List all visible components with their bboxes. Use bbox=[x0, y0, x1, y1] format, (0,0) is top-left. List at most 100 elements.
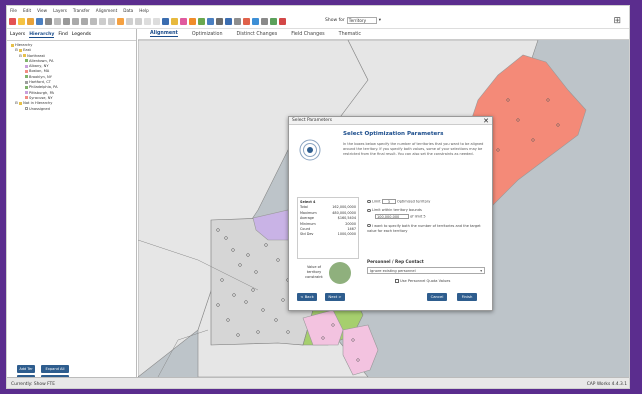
select-icon[interactable] bbox=[108, 18, 115, 25]
finish-button[interactable]: Finish bbox=[457, 293, 477, 301]
menu-data[interactable]: Data bbox=[123, 8, 133, 13]
layers-icon[interactable] bbox=[189, 18, 196, 25]
radio-both[interactable] bbox=[367, 223, 371, 228]
status-left: Currently: Show FTE bbox=[11, 381, 56, 387]
app-window: File Edit View Layers Transfer Alignment… bbox=[6, 5, 630, 389]
pointer-icon[interactable] bbox=[9, 18, 16, 25]
circle-icon[interactable] bbox=[144, 18, 151, 25]
tab-alignment[interactable]: Alignment bbox=[150, 31, 178, 37]
arrow-icon[interactable] bbox=[162, 18, 169, 25]
radio-option-both[interactable]: I want to specify both the number of ter… bbox=[367, 224, 489, 234]
status-right: CAP Works 4.4.3.1 bbox=[586, 381, 627, 387]
tag-icon[interactable] bbox=[243, 18, 250, 25]
territory-color-icon bbox=[25, 64, 28, 68]
territory-color-icon bbox=[25, 96, 28, 100]
left-panel: Layers Hierarchy Find Legends Hierarchy … bbox=[7, 29, 137, 383]
print-icon[interactable] bbox=[45, 18, 52, 25]
limit-options: Limit 3 Optimized territory Limit within… bbox=[367, 199, 489, 234]
menu-edit[interactable]: Edit bbox=[23, 8, 31, 13]
chart-icon[interactable] bbox=[225, 18, 232, 25]
close-icon[interactable]: ✕ bbox=[483, 117, 489, 125]
territory-color-icon bbox=[25, 107, 28, 111]
help-icon[interactable] bbox=[252, 18, 259, 25]
dialog-title-bar: Select Parameters ✕ bbox=[289, 117, 492, 125]
tab-optimization[interactable]: Optimization bbox=[192, 32, 223, 37]
menu-alignment[interactable]: Alignment bbox=[96, 8, 117, 13]
toolbar bbox=[7, 15, 629, 29]
tab-layers[interactable]: Layers bbox=[10, 32, 25, 38]
menu-view[interactable]: View bbox=[37, 8, 47, 13]
new-icon[interactable] bbox=[18, 18, 25, 25]
dialog-title: Select Parameters bbox=[292, 118, 333, 123]
territory-icon[interactable] bbox=[198, 18, 205, 25]
copy-icon[interactable] bbox=[54, 18, 61, 25]
tab-hierarchy[interactable]: Hierarchy bbox=[29, 32, 55, 38]
dialog-heading: Select Optimization Parameters bbox=[343, 131, 444, 137]
menu-file[interactable]: File bbox=[10, 8, 17, 13]
chevron-down-icon: ▾ bbox=[480, 269, 482, 273]
flag-icon[interactable] bbox=[126, 18, 133, 25]
lasso-icon[interactable] bbox=[135, 18, 142, 25]
tab-thematic[interactable]: Thematic bbox=[339, 32, 361, 37]
pan-icon[interactable] bbox=[90, 18, 97, 25]
left-buttons-row1: Add Ter Expand All bbox=[17, 365, 77, 373]
add-territory-button[interactable]: Add Ter bbox=[17, 365, 35, 373]
stats-row: Std Dev 1000,0000 bbox=[300, 232, 356, 237]
range-row: 100,000,000 of limit 5 bbox=[367, 214, 489, 219]
apps-grid-icon[interactable]: ⊞ bbox=[613, 16, 621, 26]
chevron-down-icon[interactable]: ▾ bbox=[379, 18, 381, 23]
territory-color-icon bbox=[25, 91, 28, 95]
optimize-icon[interactable] bbox=[270, 18, 277, 25]
personnel-select[interactable]: Ignore existing personnel ▾ bbox=[367, 267, 485, 274]
territory-color-icon bbox=[25, 59, 28, 63]
limit-value-input[interactable]: 3 bbox=[381, 199, 396, 204]
folder-icon bbox=[19, 48, 23, 52]
tree-node[interactable]: Unassigned bbox=[11, 107, 136, 112]
show-for-label: Show for bbox=[325, 18, 345, 23]
cancel-button[interactable]: Cancel bbox=[427, 293, 447, 301]
next-button[interactable]: Next > bbox=[325, 293, 345, 301]
tab-distinct-changes[interactable]: Distinct Changes bbox=[237, 32, 278, 37]
refresh-icon[interactable] bbox=[99, 18, 106, 25]
warning-icon[interactable] bbox=[279, 18, 286, 25]
folder-icon bbox=[19, 101, 23, 105]
zoom-out-icon[interactable] bbox=[81, 18, 88, 25]
table-icon[interactable] bbox=[207, 18, 214, 25]
show-for-select[interactable]: Territory bbox=[346, 17, 377, 24]
palette-icon[interactable] bbox=[180, 18, 187, 25]
expand-all-button[interactable]: Expand All bbox=[41, 365, 69, 373]
tab-find[interactable]: Find bbox=[58, 32, 67, 38]
territory-color-icon bbox=[25, 85, 28, 89]
tab-legends[interactable]: Legends bbox=[72, 32, 91, 38]
tab-field-changes[interactable]: Field Changes bbox=[291, 32, 324, 37]
radio-option-limit[interactable]: Limit 3 Optimized territory bbox=[367, 199, 489, 204]
radio-option-bounds[interactable]: Limit within territory bounds bbox=[367, 208, 489, 213]
open-icon[interactable] bbox=[27, 18, 34, 25]
save-icon[interactable] bbox=[36, 18, 43, 25]
value-indicator-circle bbox=[329, 262, 351, 284]
hierarchy-tree: Hierarchy ⊟ East ⊟ Northeast Allentown, … bbox=[7, 43, 136, 112]
radio-bounds[interactable] bbox=[367, 208, 371, 212]
settings-icon[interactable] bbox=[261, 18, 268, 25]
folder-icon bbox=[23, 54, 27, 58]
use-quota-checkbox-row[interactable]: Use Personnel Quota Values bbox=[395, 279, 450, 283]
report-icon[interactable] bbox=[216, 18, 223, 25]
menu-help[interactable]: Help bbox=[139, 8, 149, 13]
filter-icon[interactable] bbox=[234, 18, 241, 25]
range-low-input[interactable]: 100,000,000 bbox=[375, 214, 409, 219]
zoom-in-icon[interactable] bbox=[72, 18, 79, 25]
optimization-dialog: Select Parameters ✕ Select Optimization … bbox=[288, 116, 493, 311]
back-button[interactable]: < Back bbox=[297, 293, 317, 301]
target-icon bbox=[299, 139, 321, 161]
assign-icon[interactable] bbox=[171, 18, 178, 25]
territory-color-icon bbox=[25, 69, 28, 73]
line-icon[interactable] bbox=[153, 18, 160, 25]
left-tabs: Layers Hierarchy Find Legends bbox=[7, 29, 136, 41]
menu-layers[interactable]: Layers bbox=[53, 8, 67, 13]
radio-limit[interactable] bbox=[367, 199, 371, 203]
use-quota-checkbox[interactable] bbox=[395, 279, 399, 283]
grid-icon[interactable] bbox=[63, 18, 70, 25]
pencil-icon[interactable] bbox=[117, 18, 124, 25]
menu-transfer[interactable]: Transfer bbox=[73, 8, 90, 13]
territory-color-icon bbox=[25, 80, 28, 84]
